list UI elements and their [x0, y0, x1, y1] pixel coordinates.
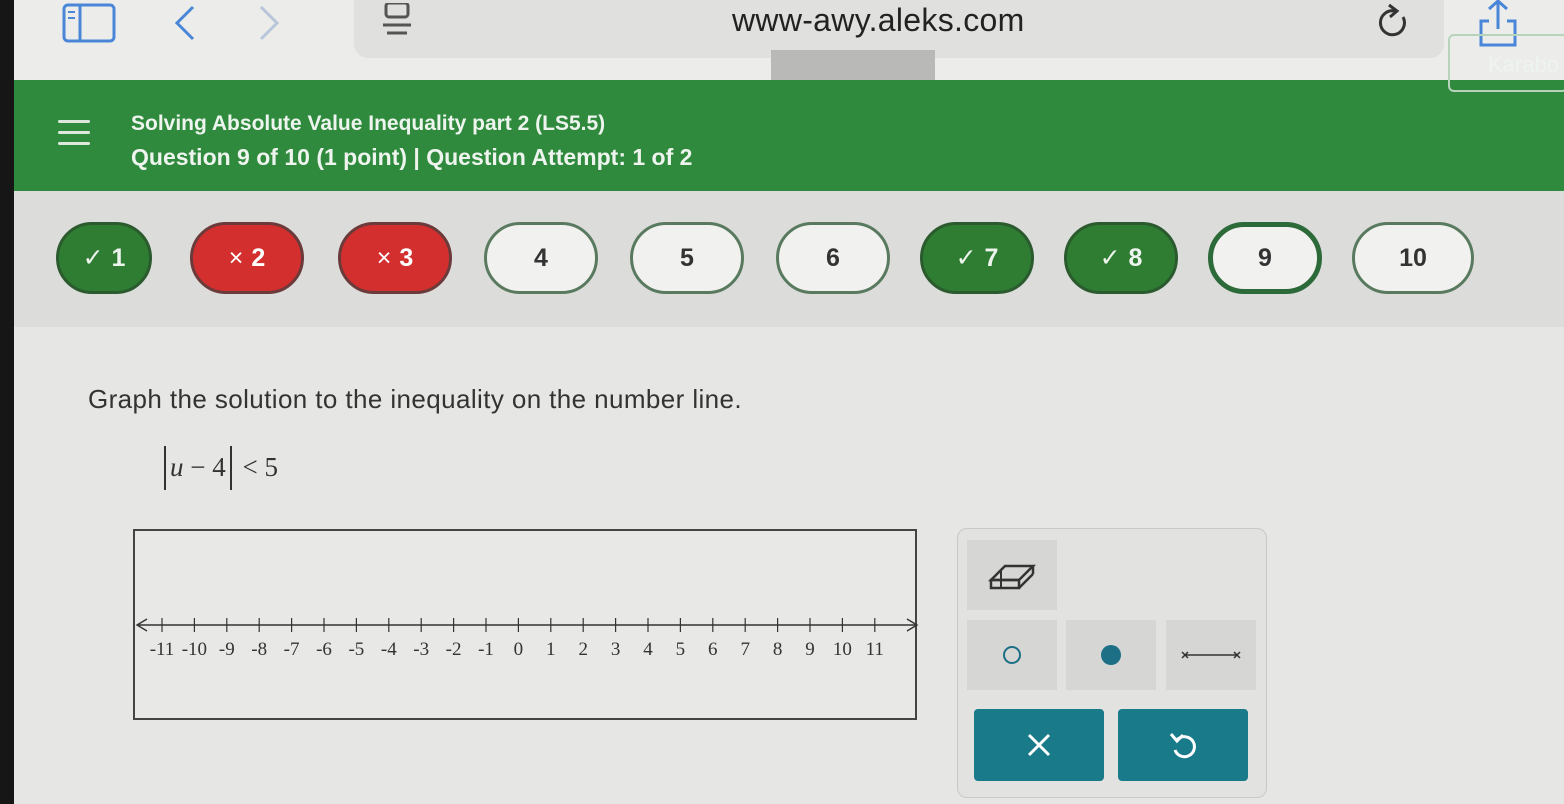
tick-label: -10: [182, 639, 207, 660]
tick-label: 7: [740, 639, 750, 660]
question-number: 7: [984, 243, 999, 272]
tick-label: -5: [348, 639, 364, 660]
tick-label: 9: [805, 639, 815, 660]
question-button-9[interactable]: 9: [1208, 222, 1322, 294]
question-button-7[interactable]: ✓ 7: [920, 222, 1034, 294]
question-button-10[interactable]: 10: [1352, 222, 1474, 294]
abs-bar-left: [164, 446, 166, 490]
abs-bar-right: [229, 446, 232, 490]
tick-label: -6: [316, 639, 332, 660]
reload-icon[interactable]: [1370, 0, 1416, 46]
closed-circle-tool[interactable]: [1066, 620, 1156, 690]
tick-label: -7: [284, 639, 300, 660]
user-name: Karabo: [1488, 52, 1559, 77]
tick-label: 2: [578, 639, 588, 660]
x-icon: ×: [228, 243, 244, 272]
tick-label: -9: [219, 639, 235, 660]
reader-icon[interactable]: [374, 0, 420, 46]
tick-label: -3: [413, 639, 429, 660]
question-number: 1: [111, 243, 126, 272]
open-circle-icon: [1003, 646, 1021, 664]
tick-label: 5: [676, 639, 686, 660]
x-icon: ×: [376, 243, 392, 272]
forward-icon[interactable]: [250, 0, 290, 46]
question-number: 6: [826, 243, 840, 272]
check-icon: ✓: [1099, 244, 1121, 272]
tick-label: -8: [251, 639, 267, 660]
question-progress: Question 9 of 10 (1 point) | Question At…: [131, 144, 693, 170]
question-button-6[interactable]: 6: [776, 222, 890, 294]
question-button-8[interactable]: ✓ 8: [1064, 222, 1178, 294]
question-number: 3: [399, 243, 414, 272]
tick-label: 6: [708, 639, 718, 660]
number-line-graph[interactable]: -11 -10 -9 -8 -7 -6 -5 -4 -3 -2 -1 0 1 2 3 4 5 6 7 8 9 10 11: [133, 529, 919, 722]
question-prompt: Graph the solution to the inequality on …: [88, 384, 743, 414]
tick-label: 0: [514, 639, 524, 660]
tick-label: 3: [611, 639, 621, 660]
left-device-bezel: [0, 0, 14, 804]
inequality-relation: < 5: [242, 452, 278, 483]
eraser-icon: [987, 564, 1037, 590]
tick-label: -2: [446, 639, 462, 660]
back-icon[interactable]: [164, 0, 204, 46]
question-button-3[interactable]: × 3: [338, 222, 452, 294]
question-button-2[interactable]: × 2: [190, 222, 304, 294]
inequality-expression: u − 4 < 5: [160, 446, 278, 492]
inequality-variable: u: [170, 452, 184, 483]
check-icon: ✓: [955, 244, 977, 272]
tick-label: 8: [773, 639, 783, 660]
eraser-tool[interactable]: [967, 540, 1057, 610]
url-text: www-awy.aleks.com: [732, 2, 1025, 38]
question-button-5[interactable]: 5: [630, 222, 744, 294]
question-number: 4: [534, 243, 548, 272]
close-icon: [1027, 733, 1051, 757]
tick-label: 1: [546, 639, 556, 660]
segment-tool[interactable]: [1166, 620, 1256, 690]
number-line-svg[interactable]: -11 -10 -9 -8 -7 -6 -5 -4 -3 -2 -1 0 1 2 3 4 5 6 7 8 9 10 11: [135, 531, 919, 722]
question-number: 5: [680, 243, 694, 272]
menu-icon[interactable]: [58, 120, 90, 148]
tick-label: -4: [381, 639, 397, 660]
clear-button[interactable]: [974, 709, 1104, 781]
topic-title: Solving Absolute Value Inequality part 2…: [131, 112, 606, 135]
tick-label: -11: [150, 639, 175, 660]
question-number: 8: [1128, 243, 1143, 272]
question-button-4[interactable]: 4: [484, 222, 598, 294]
open-circle-tool[interactable]: [967, 620, 1057, 690]
tick-label: 11: [866, 639, 884, 660]
assignment-header: Solving Absolute Value Inequality part 2…: [14, 80, 1564, 191]
question-number: 2: [251, 243, 266, 272]
question-number: 10: [1399, 243, 1427, 272]
tick-label: 4: [643, 639, 653, 660]
undo-button[interactable]: [1118, 709, 1248, 781]
check-icon: ✓: [82, 244, 104, 272]
question-number: 9: [1258, 243, 1272, 272]
undo-icon: [1169, 733, 1196, 759]
segment-icon: [1181, 651, 1241, 659]
inequality-inner: − 4: [190, 452, 226, 483]
tick-label: -1: [478, 639, 494, 660]
closed-circle-icon: [1101, 645, 1121, 665]
tick-label: 10: [833, 639, 852, 660]
question-button-1[interactable]: ✓ 1: [56, 222, 152, 294]
sidebar-icon[interactable]: [60, 0, 118, 46]
